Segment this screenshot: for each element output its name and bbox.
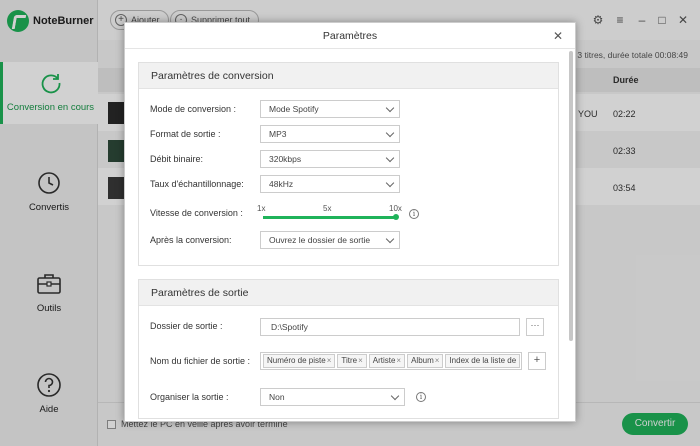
tag-label: Album: [411, 356, 434, 365]
tag-label: Titre: [341, 356, 358, 365]
tag-label: Numéro de piste: [267, 356, 326, 365]
speed-tick-10x: 10x: [389, 204, 402, 213]
mode-value: Mode Spotify: [269, 104, 319, 114]
remove-tag-icon[interactable]: ×: [327, 356, 332, 365]
tag-label: Index de la liste de: [449, 356, 517, 365]
filename-tag[interactable]: Index de la liste de: [445, 354, 521, 368]
organize-output-value: Non: [269, 392, 285, 402]
speed-slider-handle[interactable]: [393, 214, 399, 220]
speed-tick-5x: 5x: [323, 204, 332, 213]
speed-tick-1x: 1x: [257, 204, 266, 213]
remove-tag-icon[interactable]: ×: [396, 356, 401, 365]
tag-label: Artiste: [372, 356, 396, 365]
bitrate-value: 320kbps: [269, 154, 302, 164]
samplerate-value: 48kHz: [269, 179, 294, 189]
mode-label: Mode de conversion :: [150, 104, 237, 114]
info-icon[interactable]: i: [416, 392, 426, 402]
chevron-down-icon: [385, 128, 395, 138]
chevron-down-icon: [385, 178, 395, 188]
output-folder-field[interactable]: D:\Spotify: [260, 318, 520, 336]
filename-tag[interactable]: Artiste×: [368, 354, 406, 368]
bitrate-select[interactable]: 320kbps: [260, 150, 400, 168]
organize-output-label: Organiser la sortie :: [150, 392, 229, 402]
conversion-settings-heading: Paramètres de conversion: [139, 63, 558, 89]
format-label: Format de sortie :: [150, 129, 221, 139]
chevron-down-icon: [390, 391, 400, 401]
speed-slider-track[interactable]: [263, 216, 397, 219]
remove-tag-icon[interactable]: ×: [435, 356, 440, 365]
filename-tags-field[interactable]: Numéro de piste× Titre× Artiste× Album× Inde…: [260, 352, 522, 370]
output-settings-heading: Paramètres de sortie: [139, 280, 558, 306]
organize-output-select[interactable]: Non: [260, 388, 405, 406]
speed-label: Vitesse de conversion :: [150, 208, 243, 218]
format-select[interactable]: MP3: [260, 125, 400, 143]
mode-select[interactable]: Mode Spotify: [260, 100, 400, 118]
browse-folder-button[interactable]: ···: [526, 318, 544, 336]
settings-dialog: Paramètres ✕ Paramètres de conversion Mo…: [124, 22, 576, 422]
output-folder-label: Dossier de sortie :: [150, 321, 223, 331]
bitrate-label: Débit binaire:: [150, 154, 204, 164]
remove-tag-icon[interactable]: ×: [358, 356, 363, 365]
dialog-scrollbar[interactable]: [569, 51, 573, 341]
samplerate-select[interactable]: 48kHz: [260, 175, 400, 193]
after-conversion-value: Ouvrez le dossier de sortie: [269, 235, 371, 245]
output-settings-panel: Paramètres de sortie Dossier de sortie :…: [138, 279, 559, 419]
dialog-title: Paramètres: [125, 23, 575, 49]
chevron-down-icon: [385, 103, 395, 113]
info-icon[interactable]: i: [409, 209, 419, 219]
after-conversion-select[interactable]: Ouvrez le dossier de sortie: [260, 231, 400, 249]
chevron-down-icon: [385, 234, 395, 244]
filename-tag[interactable]: Numéro de piste×: [263, 354, 336, 368]
close-icon[interactable]: ✕: [551, 29, 565, 43]
samplerate-label: Taux d'échantillonnage:: [150, 179, 244, 189]
add-tag-button[interactable]: +: [528, 352, 546, 370]
filename-label: Nom du fichier de sortie :: [150, 356, 251, 366]
chevron-down-icon: [385, 153, 395, 163]
conversion-settings-panel: Paramètres de conversion Mode de convers…: [138, 62, 559, 266]
format-value: MP3: [269, 129, 287, 139]
filename-tag[interactable]: Titre×: [337, 354, 367, 368]
after-conversion-label: Après la conversion:: [150, 235, 232, 245]
filename-tag[interactable]: Album×: [407, 354, 444, 368]
